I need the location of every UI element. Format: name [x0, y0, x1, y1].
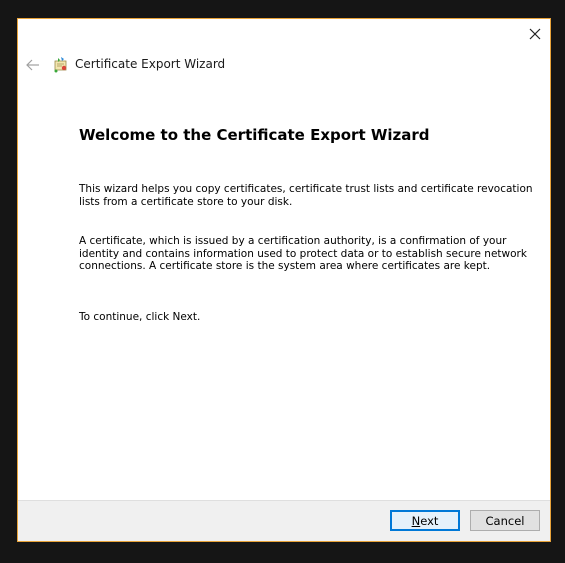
page-heading: Welcome to the Certificate Export Wizard [79, 126, 430, 144]
next-label: ext [420, 513, 439, 528]
certificate-description-paragraph: A certificate, which is issued by a cert… [79, 235, 527, 272]
back-arrow-icon [26, 59, 39, 71]
certificate-wizard-icon [54, 57, 67, 73]
next-mnemonic: N [411, 513, 421, 528]
wizard-header: Certificate Export Wizard [18, 51, 550, 79]
certificate-export-wizard-window: Certificate Export Wizard Welcome to the… [17, 18, 551, 542]
cancel-button[interactable]: Cancel [470, 510, 540, 531]
close-button[interactable] [520, 19, 550, 49]
window-title: Certificate Export Wizard [75, 57, 226, 71]
wizard-footer: Next Cancel [18, 500, 550, 541]
back-button[interactable] [24, 56, 42, 74]
close-icon [529, 28, 541, 40]
next-button[interactable]: Next [390, 510, 460, 531]
continue-instruction: To continue, click Next. [79, 311, 201, 323]
intro-paragraph: This wizard helps you copy certificates,… [79, 183, 533, 208]
